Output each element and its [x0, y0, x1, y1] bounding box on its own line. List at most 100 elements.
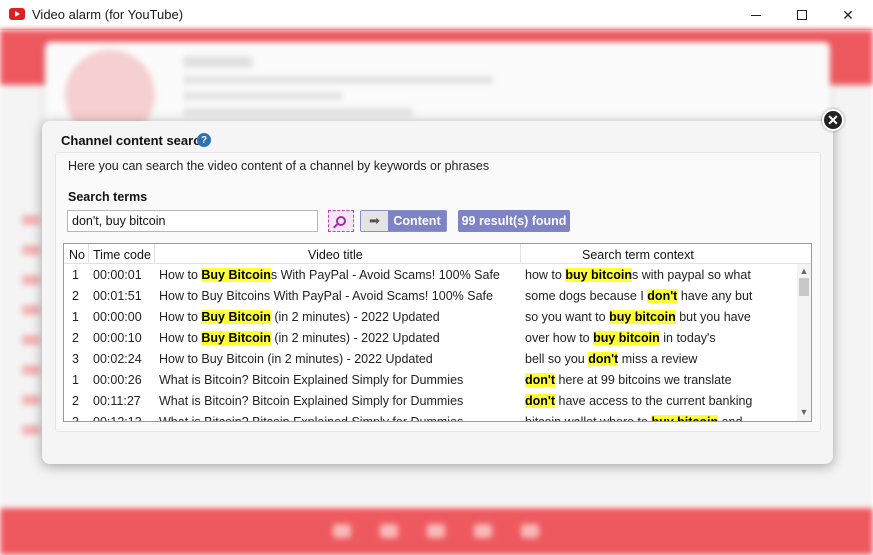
close-circle-icon: ✕: [827, 111, 839, 128]
row-video-title: How to Buy Bitcoins With PayPal - Avoid …: [159, 268, 519, 282]
row-time-code: 00:11:27: [93, 394, 141, 408]
row-video-title: How to Buy Bitcoins With PayPal - Avoid …: [159, 289, 519, 303]
row-time-code: 00:02:24: [93, 352, 142, 366]
text-segment: bitcoin wallet where to: [525, 415, 652, 422]
text-segment: What is Bitcoin? Bitcoin Explained Simpl…: [159, 373, 464, 387]
row-time-code: 00:01:51: [93, 289, 142, 303]
row-video-title: What is Bitcoin? Bitcoin Explained Simpl…: [159, 394, 519, 408]
arrow-right-icon: ➡: [361, 211, 388, 231]
column-header-no[interactable]: No: [69, 248, 85, 262]
text-segment: here at 99 bitcoins we translate: [555, 373, 732, 387]
search-terms-label: Search terms: [68, 190, 148, 204]
chevron-down-icon[interactable]: ▼: [797, 405, 811, 419]
row-time-code: 00:00:10: [93, 331, 142, 345]
column-divider[interactable]: [154, 244, 155, 264]
table-row[interactable]: 2 00:11:27 What is Bitcoin? Bitcoin Explai…: [64, 392, 797, 413]
content-button-label: Content: [393, 214, 441, 228]
text-segment: How to: [159, 331, 202, 345]
table-row[interactable]: 2 00:00:10 How to Buy Bitcoin (in 2 minute…: [64, 329, 797, 350]
highlighted-term: Buy Bitcoin: [201, 331, 271, 345]
row-search-context: over how to buy bitcoin in today's: [525, 331, 755, 345]
text-segment: in today's: [659, 331, 716, 345]
text-segment: What is Bitcoin? Bitcoin Explained Simpl…: [159, 415, 464, 422]
text-segment: some dogs because I: [525, 289, 648, 303]
window-close-button[interactable]: ✕: [825, 0, 871, 30]
search-terms-input[interactable]: [67, 210, 318, 232]
chevron-up-icon[interactable]: ▲: [797, 264, 811, 278]
search-button[interactable]: [328, 210, 354, 232]
table-row[interactable]: 3 00:12:13 What is Bitcoin? Bitcoin Explai…: [64, 413, 797, 422]
row-number: 1: [72, 310, 79, 324]
row-number: 3: [72, 352, 79, 366]
column-divider[interactable]: [88, 244, 89, 264]
dialog-close-button[interactable]: ✕: [822, 109, 844, 131]
dialog-title: Channel content search: [61, 133, 209, 148]
table-row[interactable]: 1 00:00:26 What is Bitcoin? Bitcoin Explai…: [64, 371, 797, 392]
text-segment: but you have: [675, 310, 751, 324]
table-row[interactable]: 1 00:00:00 How to Buy Bitcoin (in 2 minute…: [64, 308, 797, 329]
row-number: 3: [72, 415, 79, 422]
text-segment: over how to: [525, 331, 594, 345]
results-table[interactable]: No Time code Video title Search term con…: [63, 243, 812, 422]
text-segment: have access to the current banking: [555, 394, 753, 408]
table-scrollbar[interactable]: ▲ ▼: [797, 264, 811, 421]
row-video-title: What is Bitcoin? Bitcoin Explained Simpl…: [159, 415, 519, 422]
text-segment: and: [718, 415, 743, 422]
highlighted-term: Buy Bitcoin: [201, 310, 271, 324]
highlighted-term: don't: [647, 289, 678, 303]
youtube-play-icon: [9, 8, 25, 20]
row-search-context: don't have access to the current banking: [525, 394, 755, 408]
row-number: 2: [72, 289, 79, 303]
minimize-button[interactable]: [733, 0, 779, 30]
row-number: 2: [72, 394, 79, 408]
column-header-time-code[interactable]: Time code: [93, 248, 151, 262]
highlighted-term: buy bitcoin: [651, 415, 719, 421]
highlighted-term: buy bitcoin: [565, 268, 632, 282]
maximize-button[interactable]: [779, 0, 825, 30]
row-number: 1: [72, 373, 79, 387]
text-segment: (in 2 minutes) - 2022 Updated: [270, 331, 440, 345]
row-video-title: How to Buy Bitcoin (in 2 minutes) - 2022…: [159, 331, 519, 345]
results-count-badge: 99 result(s) found: [458, 210, 570, 232]
highlighted-term: buy bitcoin: [593, 331, 660, 345]
row-time-code: 00:12:13: [93, 415, 142, 422]
text-segment: bell so you: [525, 352, 589, 366]
table-row[interactable]: 2 00:01:51 How to Buy Bitcoins With PayPal…: [64, 287, 797, 308]
magnifier-icon: [336, 216, 346, 226]
text-segment: What is Bitcoin? Bitcoin Explained Simpl…: [159, 394, 464, 408]
highlighted-term: don't: [525, 373, 556, 387]
text-segment: (in 2 minutes) - 2022 Updated: [270, 310, 440, 324]
row-video-title: How to Buy Bitcoin (in 2 minutes) - 2022…: [159, 310, 519, 324]
row-search-context: how to buy bitcoins with paypal so what: [525, 268, 755, 282]
column-header-video-title[interactable]: Video title: [308, 248, 363, 262]
row-search-context: don't here at 99 bitcoins we translate: [525, 373, 755, 387]
scrollbar-thumb[interactable]: [799, 278, 809, 296]
question-circle-icon[interactable]: ?: [197, 133, 211, 147]
highlighted-term: don't: [588, 352, 619, 366]
row-search-context: bell so you don't miss a review: [525, 352, 755, 366]
row-time-code: 00:00:26: [93, 373, 142, 387]
help-icon-glyph: ?: [200, 134, 208, 146]
column-divider[interactable]: [520, 244, 521, 264]
row-search-context: some dogs because I don't have any but: [525, 289, 755, 303]
text-segment: How to: [159, 310, 202, 324]
text-segment: How to Buy Bitcoin (in 2 minutes) - 2022…: [159, 352, 433, 366]
dialog-description: Here you can search the video content of…: [68, 159, 490, 173]
maximize-icon: [797, 10, 807, 20]
results-table-body: 1 00:00:01 How to Buy Bitcoins With PayPal…: [64, 266, 797, 422]
results-table-header: No Time code Video title Search term con…: [64, 244, 811, 264]
table-row[interactable]: 3 00:02:24 How to Buy Bitcoin (in 2 minute…: [64, 350, 797, 371]
table-row[interactable]: 1 00:00:01 How to Buy Bitcoins With PayPal…: [64, 266, 797, 287]
highlighted-term: Buy Bitcoin: [201, 268, 271, 282]
text-segment: have any but: [677, 289, 753, 303]
text-segment: How to: [159, 268, 202, 282]
text-segment: so you want to: [525, 310, 610, 324]
window-titlebar: Video alarm (for YouTube) ✕: [0, 0, 873, 30]
content-search-button[interactable]: ➡ Content: [360, 210, 447, 232]
row-search-context: so you want to buy bitcoin but you have: [525, 310, 755, 324]
text-segment: How to Buy Bitcoins With PayPal - Avoid …: [159, 289, 493, 303]
column-header-search-context[interactable]: Search term context: [582, 248, 694, 262]
row-number: 2: [72, 331, 79, 345]
row-time-code: 00:00:00: [93, 310, 142, 324]
text-segment: how to: [525, 268, 566, 282]
